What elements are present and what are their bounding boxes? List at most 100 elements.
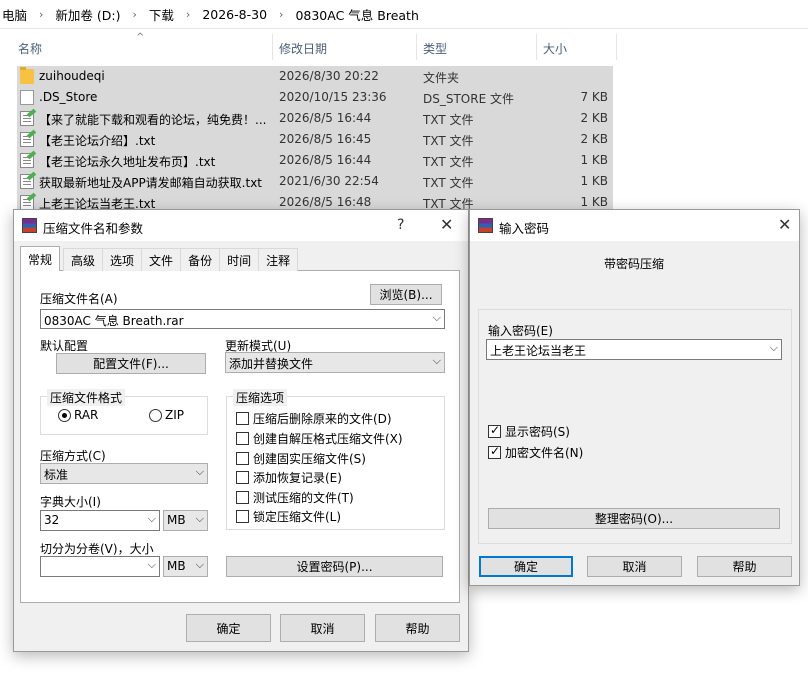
- split-unit-select[interactable]: MB ⌵: [163, 556, 208, 577]
- option-lock-archive[interactable]: 锁定压缩文件(L): [236, 508, 341, 525]
- chevron-down-icon[interactable]: ⌵: [433, 311, 441, 325]
- checkbox-icon: [236, 491, 249, 504]
- show-password-checkbox[interactable]: 显示密码(S): [488, 423, 570, 440]
- file-type: TXT 文件: [423, 155, 474, 169]
- file-row[interactable]: 【老王论坛介绍】.txt 2026/8/5 16:45 TXT 文件 2 KB: [17, 129, 613, 150]
- dialog-titlebar[interactable]: 压缩文件名和参数 ? ✕: [14, 210, 468, 241]
- tab-files[interactable]: 文件: [141, 248, 182, 271]
- file-row[interactable]: 【来了就能下载和观看的论坛，纯免费！... 2026/8/5 16:44 TXT…: [17, 108, 613, 129]
- format-zip-radio[interactable]: ZIP: [149, 408, 184, 422]
- dialog-titlebar[interactable]: 输入密码 ✕: [470, 210, 799, 241]
- file-date: 2020/10/15 23:36: [279, 90, 387, 104]
- file-name: 【老王论坛介绍】.txt: [39, 134, 156, 148]
- help-button[interactable]: 帮助: [697, 556, 792, 577]
- checkbox-checked-icon: [488, 444, 501, 459]
- crumb-date-folder[interactable]: 2026-8-30: [202, 7, 267, 22]
- file-date: 2026/8/5 16:44: [279, 111, 372, 125]
- chevron-right-icon: ›: [185, 7, 191, 21]
- option-label: 锁定压缩文件(L): [253, 510, 342, 524]
- checkbox-icon: [236, 432, 249, 445]
- file-name: 【老王论坛永久地址发布页】.txt: [39, 155, 216, 169]
- default-profile-label: 默认配置: [40, 339, 89, 353]
- address-breadcrumb[interactable]: 电脑 › 新加卷 (D:) › 下载 › 2026-8-30 › 0830AC …: [0, 0, 808, 29]
- file-type: TXT 文件: [423, 113, 474, 127]
- file-type: 文件夹: [423, 71, 460, 85]
- file-date: 2021/6/30 22:54: [279, 174, 379, 188]
- chevron-down-icon[interactable]: ⌵: [148, 558, 156, 572]
- dictionary-unit-select[interactable]: MB ⌵: [163, 510, 208, 531]
- file-size: 2 KB: [580, 132, 608, 146]
- close-icon[interactable]: ✕: [440, 215, 453, 234]
- close-icon[interactable]: ✕: [778, 215, 791, 234]
- file-row[interactable]: .DS_Store 2020/10/15 23:36 DS_STORE 文件 7…: [17, 87, 613, 108]
- dictionary-unit-value: MB: [167, 513, 186, 527]
- help-icon[interactable]: ?: [397, 217, 404, 233]
- tab-general[interactable]: 常规: [20, 246, 61, 271]
- column-date[interactable]: 修改日期: [279, 40, 327, 57]
- browse-button[interactable]: 浏览(B)...: [370, 284, 442, 305]
- crumb-drive[interactable]: 新加卷 (D:): [55, 5, 120, 24]
- tab-options[interactable]: 选项: [102, 248, 143, 271]
- column-name[interactable]: 名称: [18, 40, 42, 57]
- encrypt-names-label: 加密文件名(N): [505, 446, 584, 460]
- cancel-button[interactable]: 取消: [280, 614, 365, 642]
- file-row[interactable]: zuihoudeqi 2026/8/30 20:22 文件夹: [17, 66, 613, 87]
- file-type: TXT 文件: [423, 134, 474, 148]
- profiles-button[interactable]: 配置文件(F)...: [56, 353, 206, 374]
- password-label: 输入密码(E): [488, 324, 553, 338]
- password-heading: 带密码压缩: [604, 257, 665, 271]
- file-row[interactable]: 【老王论坛永久地址发布页】.txt 2026/8/5 16:44 TXT 文件 …: [17, 150, 613, 171]
- option-delete-files[interactable]: 压缩后删除原来的文件(D): [236, 410, 392, 427]
- dictionary-size-value: 32: [44, 513, 60, 527]
- show-password-label: 显示密码(S): [505, 425, 570, 439]
- column-divider[interactable]: [272, 34, 273, 60]
- option-recovery-record[interactable]: 添加恢复记录(E): [236, 469, 342, 486]
- file-name: zuihoudeqi: [39, 69, 105, 83]
- text-file-icon: [20, 153, 34, 168]
- column-type[interactable]: 类型: [423, 40, 447, 57]
- option-create-sfx[interactable]: 创建自解压格式压缩文件(X): [236, 430, 403, 447]
- archive-name-input[interactable]: 0830AC 气息 Breath.rar ⌵: [40, 309, 445, 329]
- file-list-header: ^ 名称 修改日期 类型 大小: [0, 32, 620, 60]
- tab-backup[interactable]: 备份: [180, 248, 221, 271]
- encrypt-names-checkbox[interactable]: 加密文件名(N): [488, 444, 583, 461]
- option-test-files[interactable]: 测试压缩的文件(T): [236, 489, 354, 506]
- file-name: 【来了就能下载和观看的论坛，纯免费！...: [39, 113, 267, 127]
- option-solid-archive[interactable]: 创建固实压缩文件(S): [236, 450, 366, 467]
- column-divider[interactable]: [536, 34, 537, 60]
- text-file-icon: [20, 132, 34, 147]
- column-size[interactable]: 大小: [543, 40, 567, 57]
- radio-selected-icon: [58, 408, 71, 422]
- organize-passwords-button[interactable]: 整理密码(O)...: [488, 508, 780, 529]
- dictionary-label: 字典大小(I): [40, 495, 101, 509]
- dictionary-size-select[interactable]: 32 ⌵: [40, 510, 160, 531]
- help-button[interactable]: 帮助: [375, 614, 460, 642]
- file-row[interactable]: 获取最新地址及APP请发邮箱自动获取.txt 2021/6/30 22:54 T…: [17, 171, 613, 192]
- crumb-this-pc[interactable]: 电脑: [2, 5, 27, 24]
- file-date: 2026/8/5 16:45: [279, 132, 372, 146]
- method-select[interactable]: 标准 ⌵: [40, 463, 208, 484]
- sort-ascending-icon: ^: [136, 32, 145, 43]
- column-divider[interactable]: [616, 34, 617, 60]
- update-mode-select[interactable]: 添加并替换文件 ⌵: [225, 352, 445, 373]
- tab-advanced[interactable]: 高级: [63, 248, 104, 271]
- tab-time[interactable]: 时间: [219, 248, 260, 271]
- crumb-current-folder[interactable]: 0830AC 气息 Breath: [295, 5, 418, 24]
- ok-button[interactable]: 确定: [186, 614, 271, 642]
- cancel-button[interactable]: 取消: [587, 556, 682, 577]
- ok-button[interactable]: 确定: [479, 556, 573, 577]
- split-volumes-label: 切分为分卷(V)，大小: [40, 542, 154, 556]
- set-password-button[interactable]: 设置密码(P)...: [226, 556, 443, 577]
- split-size-input[interactable]: ⌵: [40, 556, 160, 577]
- file-icon: [20, 90, 34, 105]
- update-mode-value: 添加并替换文件: [229, 357, 314, 371]
- crumb-downloads[interactable]: 下载: [149, 5, 174, 24]
- format-rar-radio[interactable]: RAR: [58, 408, 98, 422]
- password-input[interactable]: 上老王论坛当老王 ⌵: [486, 339, 782, 360]
- column-divider[interactable]: [416, 34, 417, 60]
- archive-name-label: 压缩文件名(A): [40, 292, 118, 306]
- file-size: 1 KB: [580, 195, 608, 209]
- tab-comment[interactable]: 注释: [258, 248, 299, 271]
- chevron-down-icon[interactable]: ⌵: [770, 341, 778, 355]
- file-date: 2026/8/5 16:48: [279, 195, 372, 209]
